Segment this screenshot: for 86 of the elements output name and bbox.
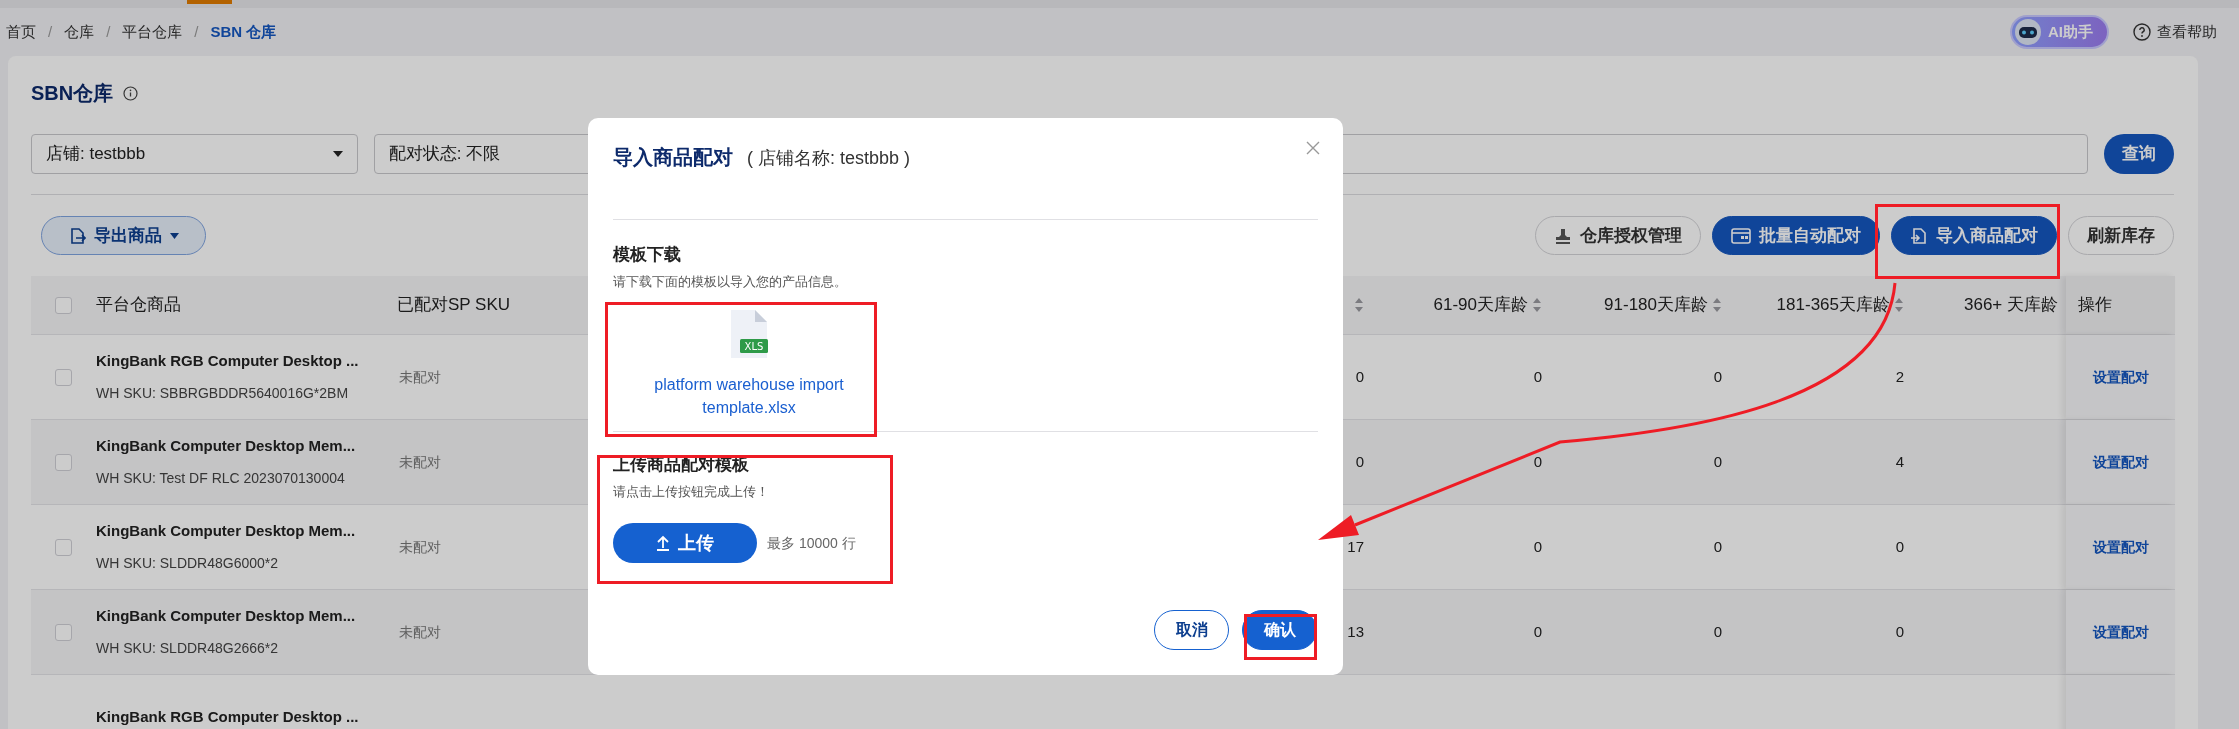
template-file-link[interactable]: platform warehouse import template.xlsx [629,373,869,419]
pair-status: 未配对 [399,369,441,385]
table-cell-text: 0 [1533,451,1542,472]
export-icon [68,226,86,245]
dialog-button[interactable]: 取消 [1154,610,1229,650]
product-name: KingBank RGB Computer Desktop ... [96,706,360,727]
table-cell-text: 0 [1895,536,1904,557]
table-cell-text: 0 [1713,366,1722,387]
set-pairing-link[interactable]: 设置配对 [2092,451,2149,473]
toolbar-button[interactable]: 仓库授权管理 [1535,216,1701,255]
caret-icon [170,232,179,239]
wh-sku: WH SKU: SLDDR48G6000*2 [96,553,280,573]
column-header: 91-180天库龄 [1604,294,1708,317]
wh-sku: WH SKU: SBBRGBDDR5640016G*2BM [96,383,350,403]
dialog-title: 导入商品配对 [613,145,733,170]
table-cell-text: 17 [1347,536,1364,557]
upload-icon [656,535,670,551]
column-header: 61-90天库龄 [1433,294,1528,317]
upload-limit: 最多 10000 行 [767,533,856,553]
breadcrumb-item[interactable]: SBN 仓库 [210,20,277,44]
checkbox[interactable] [55,623,72,641]
table-cell-text: 4 [1895,451,1904,472]
table-cell-text: 0 [1713,451,1722,472]
product-name: KingBank RGB Computer Desktop ... [96,351,360,372]
set-pairing-link[interactable]: 设置配对 [2092,366,2149,388]
breadcrumb-separator: / [194,21,199,42]
page-title: SBN仓库 [31,81,114,106]
wh-sku: WH SKU: Test DF RLC 2023070130004 [96,468,346,488]
pair-status: 未配对 [399,539,441,555]
table-cell-text: 0 [1895,621,1904,642]
column-header: 181-365天库龄 [1776,294,1890,317]
tab-indicator [187,0,232,4]
sort-icon[interactable] [1354,297,1364,313]
table-cell-text: 0 [1533,366,1542,387]
sort-icon[interactable] [1894,297,1904,313]
table-cell-text: 2 [1895,366,1904,387]
pair-status: 未配对 [399,624,441,640]
column-header: 平台仓商品 [96,294,181,317]
product-name: KingBank Computer Desktop Mem... [96,606,357,627]
sort-icon[interactable] [1532,297,1542,313]
pair-status: 未配对 [399,454,441,470]
stamp-icon [1554,226,1572,245]
section-heading: 模板下载 [613,244,682,266]
breadcrumb-item[interactable]: 仓库 [64,20,95,44]
import-icon [1910,226,1928,245]
caret-icon [332,151,343,157]
checkbox[interactable] [55,296,72,314]
breadcrumb-item[interactable]: 首页 [6,20,36,44]
breadcrumb-item[interactable]: 平台仓库 [122,20,183,44]
sort-icon[interactable] [1712,297,1722,313]
table-cell-text: 0 [1713,621,1722,642]
dialog-subtitle: ( 店铺名称: testbbb ) [747,147,911,170]
toolbar-button[interactable]: 刷新库存 [2068,216,2174,255]
breadcrumb-separator: / [48,21,53,42]
column-header: 366+ 天库龄 [1964,294,2058,317]
robot-icon [2014,18,2042,46]
help-link[interactable]: 查看帮助 [2133,20,2217,44]
section-description: 请下载下面的模板以导入您的产品信息。 [613,272,848,291]
checkbox[interactable] [55,453,72,471]
set-pairing-link[interactable]: 设置配对 [2092,536,2149,558]
info-icon [123,85,139,101]
table-cell-text: 0 [1533,621,1542,642]
column-header: 已配对SP SKU [397,294,511,317]
upload-button[interactable]: 上传 [613,523,757,563]
table-cell-text: 0 [1355,451,1364,472]
store-select[interactable]: 店铺: testbbb [31,134,358,174]
table-cell-text: 13 [1347,621,1364,642]
close-icon[interactable] [1305,140,1321,156]
product-name: KingBank Computer Desktop Mem... [96,521,357,542]
column-header: 操作 [2078,294,2112,317]
wh-sku: WH SKU: SLDDR48G2666*2 [96,638,280,658]
search-button[interactable]: 查询 [2103,134,2174,174]
product-name: KingBank Computer Desktop Mem... [96,436,357,457]
breadcrumb-separator: / [106,21,111,42]
section-description: 请点击上传按钮完成上传！ [613,482,770,501]
help-icon [2133,23,2151,41]
auto-match-icon [1731,226,1751,245]
table-cell-text: 0 [1533,536,1542,557]
table-cell-text: 0 [1355,366,1364,387]
export-button[interactable]: 导出商品 [41,216,206,255]
set-pairing-link[interactable]: 设置配对 [2092,621,2149,643]
toolbar-button[interactable]: 批量自动配对 [1712,216,1880,255]
toolbar-button[interactable]: 导入商品配对 [1891,216,2057,255]
table-cell-text: 0 [1713,536,1722,557]
checkbox[interactable] [55,538,72,556]
checkbox[interactable] [55,368,72,386]
